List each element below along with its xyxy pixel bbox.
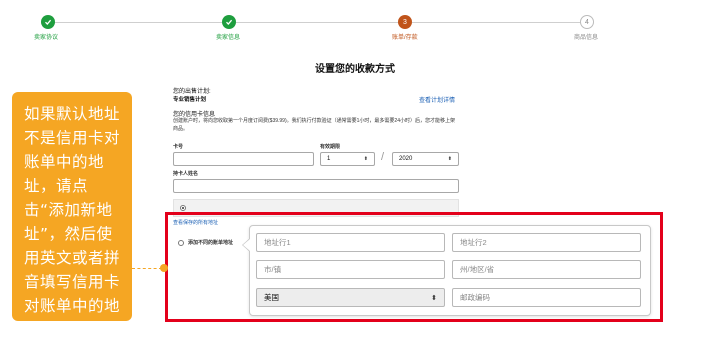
expiry-separator: / [381,151,385,163]
step-connector [236,22,405,23]
step-2-label: 卖家信息 [216,35,241,41]
expiry-month-select[interactable]: 1 ⬍ [320,152,375,166]
cardholder-input[interactable] [173,179,459,193]
callout-connector [132,268,162,269]
step-3-circle: 3 [398,15,412,29]
step-connector [412,22,581,23]
step-1-label: 卖家协议 [34,35,59,41]
view-plan-link[interactable]: 查看计划详情 [419,95,455,104]
updown-arrow-icon: ⬍ [447,156,452,162]
expiry-year-select[interactable]: 2020 ⬍ [392,152,459,166]
plan-heading: 您的出售计划: [173,89,211,95]
card-number-label: 卡号 [173,144,184,150]
page-title: 设置您的收款方式 [315,64,395,75]
step-1-check-icon [41,15,55,29]
callout-text: 如果默认地址不是信用卡对账单中的地址，请点击“添加新地址”，然后使用英文或者拼音… [24,105,121,339]
expiry-year-value: 2020 [399,156,413,162]
step-4-label: 商品信息 [574,35,599,41]
expiry-month-value: 1 [327,156,331,162]
plan-value: 专业销售计划 [173,97,207,103]
updown-arrow-icon: ⬍ [363,156,368,162]
callout-dot [160,264,168,272]
step-2-check-icon [222,15,236,29]
highlight-frame [165,212,663,322]
card-number-input[interactable] [173,152,314,166]
cardholder-label: 持卡人姓名 [173,171,199,177]
default-address-radio[interactable] [180,205,186,211]
step-3-label: 账单/存款 [392,35,418,41]
instruction-callout: 如果默认地址不是信用卡对账单中的地址，请点击“添加新地址”，然后使用英文或者拼音… [12,92,132,339]
credit-card-description: 创建账户时，将向您收取第一个月度订阅费($39.99)。我们执行付款验证（通常需… [173,118,455,132]
step-connector [48,22,229,23]
step-4-circle: 4 [580,15,594,29]
expiry-label: 有效期限 [320,144,341,150]
